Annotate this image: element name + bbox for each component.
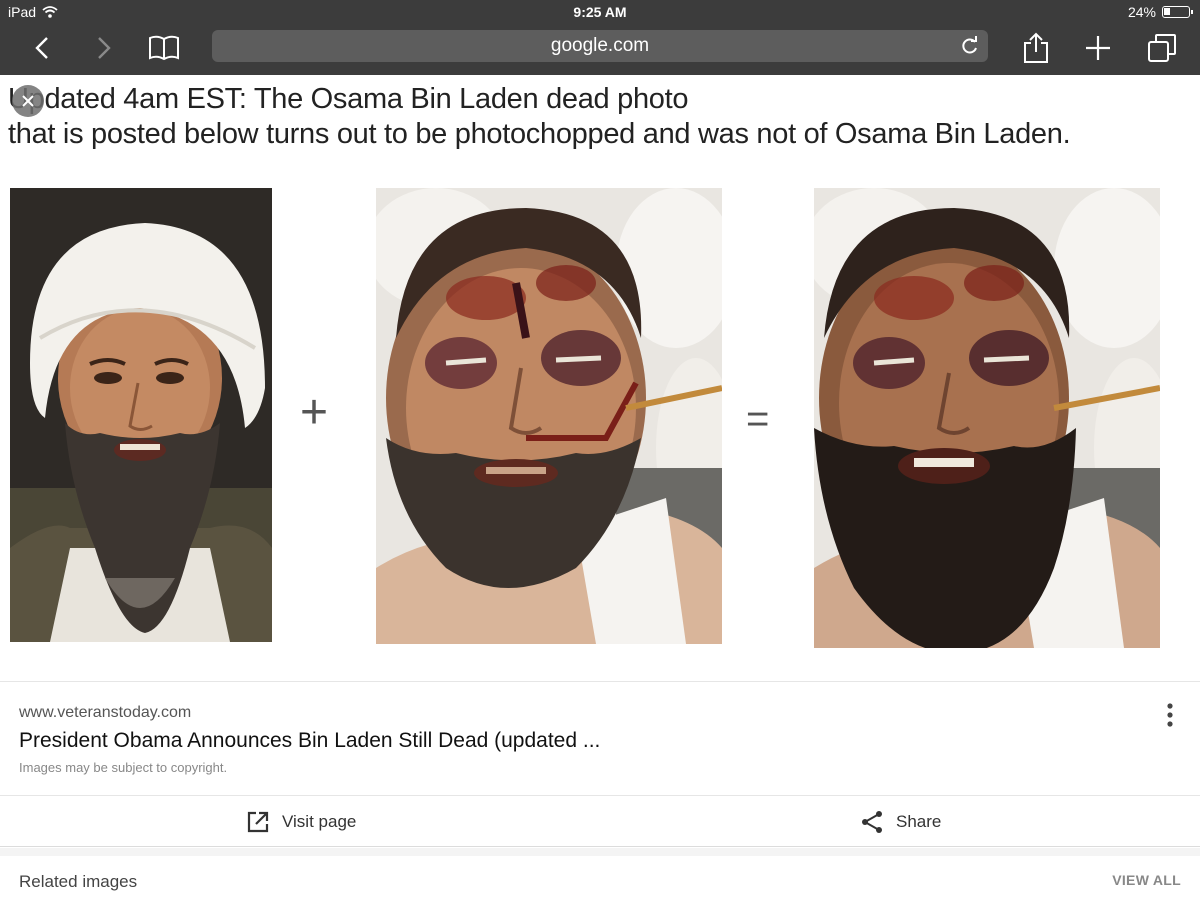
share-label: Share — [896, 812, 942, 831]
status-time: 9:25 AM — [573, 4, 627, 20]
bookmarks-icon[interactable] — [144, 30, 184, 66]
share-icon[interactable] — [1016, 30, 1056, 66]
close-image-button[interactable] — [12, 85, 44, 117]
forward-icon[interactable] — [84, 30, 124, 66]
injured-face-photo — [376, 188, 722, 644]
caption-line-1: Updated 4am EST: The Osama Bin Laden dea… — [8, 83, 689, 115]
copyright-notice: Images may be subject to copyright. — [19, 760, 228, 775]
composite-photo — [814, 188, 1160, 648]
reload-icon[interactable] — [960, 36, 980, 56]
browser-chrome: iPad 9:25 AM 24% google.com — [0, 0, 1200, 75]
battery-percent: 24% — [1127, 4, 1156, 20]
visit-page-button[interactable]: Visit page — [246, 796, 356, 848]
close-icon — [22, 95, 34, 107]
related-images-header: Related images VIEW ALL — [0, 856, 1200, 900]
share-nodes-icon — [862, 811, 882, 833]
share-button[interactable]: Share — [860, 796, 941, 848]
related-images-section: Related images VIEW ALL — [0, 848, 1200, 900]
result-info-panel: www.veteranstoday.com President Obama An… — [0, 681, 1200, 795]
new-tab-icon[interactable] — [1078, 30, 1118, 66]
result-title[interactable]: President Obama Announces Bin Laden Stil… — [19, 729, 600, 753]
view-all-link[interactable]: VIEW ALL — [1112, 872, 1181, 888]
visit-page-label: Visit page — [282, 812, 357, 831]
browser-toolbar: google.com — [0, 24, 1200, 75]
battery-icon — [1162, 6, 1193, 18]
url-text: google.com — [550, 35, 650, 56]
status-bar: iPad 9:25 AM 24% — [0, 0, 1200, 24]
action-bar: Visit page Share — [0, 795, 1200, 847]
plus-sign: + — [300, 386, 329, 439]
related-images-title: Related images — [19, 872, 138, 891]
portrait-photo — [10, 188, 272, 642]
result-site[interactable]: www.veteranstoday.com — [19, 704, 191, 722]
external-link-icon — [247, 811, 269, 833]
address-bar[interactable]: google.com — [212, 30, 988, 62]
more-options-icon[interactable] — [1160, 700, 1180, 730]
battery-level — [1164, 8, 1170, 15]
caption-line-2: that is posted below turns out to be pho… — [8, 118, 1071, 150]
status-right: 24% — [1127, 4, 1193, 20]
back-icon[interactable] — [22, 30, 62, 66]
tabs-icon[interactable] — [1142, 30, 1182, 66]
equals-sign: = — [746, 397, 770, 441]
image-viewer[interactable]: Updated 4am EST: The Osama Bin Laden dea… — [0, 75, 1200, 681]
